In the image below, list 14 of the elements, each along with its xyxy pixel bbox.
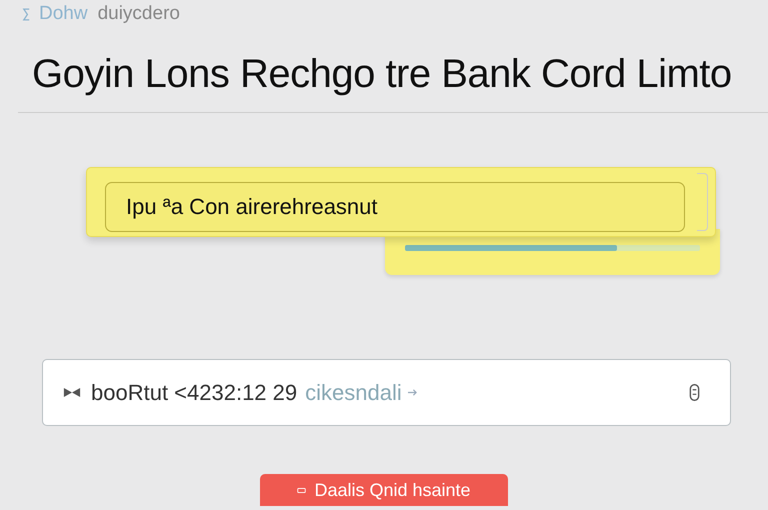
arrow-icon [406,388,418,397]
page-title: Goyin Lons Rechgo tre Bank Cord Limto [32,52,733,96]
card-edge [697,173,708,231]
field-value: booRtut <4232:12 29 [91,380,298,406]
clip-icon[interactable] [689,383,700,402]
breadcrumb-link[interactable]: Dohw [22,2,88,26]
bowtie-icon [63,387,81,398]
action-button[interactable]: Daalis Qnid hsainte [260,474,508,506]
sigma-icon [22,8,31,20]
input-field[interactable]: booRtut <4232:12 29 cikesndali [42,359,731,426]
notice-field: Ipu ªa Con airerehreasnut [105,182,685,232]
field-hint: cikesndali [305,380,402,406]
breadcrumb-current: duiycdero [98,2,180,26]
minus-icon [297,488,306,492]
